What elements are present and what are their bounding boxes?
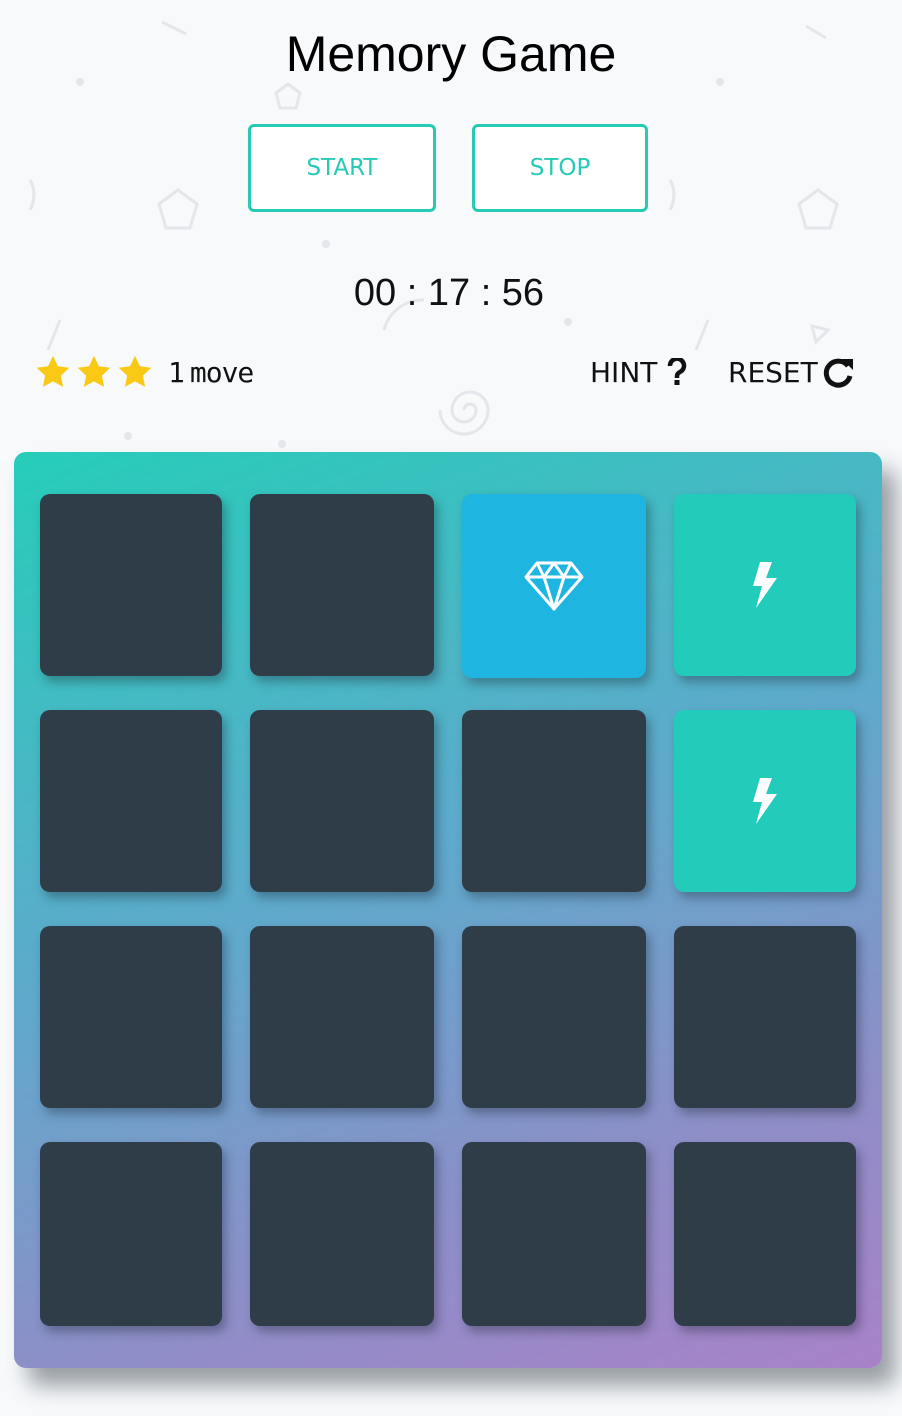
move-counter: 1 move [168,352,254,392]
card-10[interactable] [250,926,434,1108]
star-icon [77,355,111,387]
card-7[interactable] [462,710,646,892]
start-button[interactable]: START [248,124,436,212]
redo-icon [823,358,853,388]
card-15[interactable] [462,1142,646,1326]
star-icon [118,355,152,387]
star-rating [34,352,157,392]
move-count: 1 [168,355,185,389]
card-6[interactable] [250,710,434,892]
move-label: move [189,355,254,389]
hint-label: HINT [590,355,658,389]
timer-display: 00 : 17 : 56 [353,272,545,314]
card-16[interactable] [674,1142,856,1326]
card-9[interactable] [40,926,222,1108]
card-4[interactable] [674,494,856,676]
card-11[interactable] [462,926,646,1108]
card-8[interactable] [674,710,856,892]
card-13[interactable] [40,1142,222,1326]
card-2[interactable] [250,494,434,676]
card-14[interactable] [250,1142,434,1326]
card-3[interactable] [462,494,646,678]
stop-button[interactable]: STOP [472,124,648,212]
bolt-icon [753,778,777,824]
card-1[interactable] [40,494,222,676]
hint-button[interactable]: HINT [590,352,687,392]
bolt-icon [753,562,777,608]
card-12[interactable] [674,926,856,1108]
game-board [14,452,882,1368]
page-title: Memory Game [285,26,617,82]
diamond-icon [524,561,584,611]
star-icon [36,355,70,387]
reset-button[interactable]: RESET [728,352,856,392]
question-mark-icon [668,358,687,385]
card-5[interactable] [40,710,222,892]
reset-label: RESET [728,355,818,389]
